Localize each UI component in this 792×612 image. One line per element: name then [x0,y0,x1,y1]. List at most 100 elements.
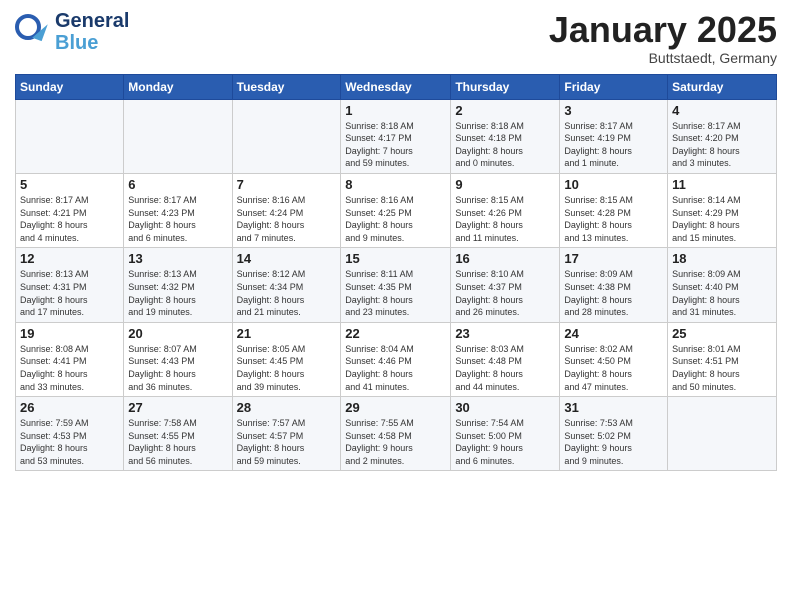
title-block: January 2025 Buttstaedt, Germany [549,10,777,66]
calendar-cell: 14 Sunrise: 8:12 AM Sunset: 4:34 PM Dayli… [232,248,341,322]
day-info: Sunrise: 8:11 AM Sunset: 4:35 PM Dayligh… [345,268,446,318]
weekday-header-wednesday: Wednesday [341,74,451,99]
day-info: Sunrise: 8:14 AM Sunset: 4:29 PM Dayligh… [672,194,772,244]
day-number: 3 [564,103,663,118]
day-number: 12 [20,251,119,266]
calendar-cell: 4Sunrise: 8:17 AM Sunset: 4:20 PM Daylig… [668,99,777,173]
calendar-cell: 11 Sunrise: 8:14 AM Sunset: 4:29 PM Dayli… [668,173,777,247]
day-info: Sunrise: 8:15 AM Sunset: 4:28 PM Dayligh… [564,194,663,244]
day-number: 9 [455,177,555,192]
logo: General Blue [15,10,129,54]
day-info: Sunrise: 7:57 AM Sunset: 4:57 PM Dayligh… [237,417,337,467]
calendar-cell: 8Sunrise: 8:16 AM Sunset: 4:25 PM Daylig… [341,173,451,247]
day-info: Sunrise: 8:15 AM Sunset: 4:26 PM Dayligh… [455,194,555,244]
day-info: Sunrise: 8:12 AM Sunset: 4:34 PM Dayligh… [237,268,337,318]
calendar-cell [16,99,124,173]
day-number: 20 [128,326,227,341]
calendar-cell [124,99,232,173]
day-info: Sunrise: 8:17 AM Sunset: 4:19 PM Dayligh… [564,120,663,170]
day-info: Sunrise: 8:17 AM Sunset: 4:21 PM Dayligh… [20,194,119,244]
weekday-header-tuesday: Tuesday [232,74,341,99]
day-number: 5 [20,177,119,192]
day-number: 7 [237,177,337,192]
day-info: Sunrise: 7:59 AM Sunset: 4:53 PM Dayligh… [20,417,119,467]
day-info: Sunrise: 8:04 AM Sunset: 4:46 PM Dayligh… [345,343,446,393]
day-number: 23 [455,326,555,341]
calendar-cell: 10 Sunrise: 8:15 AM Sunset: 4:28 PM Dayli… [560,173,668,247]
week-row-2: 5 Sunrise: 8:17 AM Sunset: 4:21 PM Daylig… [16,173,777,247]
day-number: 22 [345,326,446,341]
calendar-cell: 13Sunrise: 8:13 AM Sunset: 4:32 PM Dayli… [124,248,232,322]
day-number: 10 [564,177,663,192]
header: General Blue January 2025 Buttstaedt, Ge… [15,10,777,66]
week-row-3: 12 Sunrise: 8:13 AM Sunset: 4:31 PM Dayli… [16,248,777,322]
page: General Blue January 2025 Buttstaedt, Ge… [0,0,792,612]
calendar-cell: 1 Sunrise: 8:18 AM Sunset: 4:17 PM Daylig… [341,99,451,173]
day-number: 27 [128,400,227,415]
calendar-cell: 12 Sunrise: 8:13 AM Sunset: 4:31 PM Dayli… [16,248,124,322]
weekday-header-thursday: Thursday [451,74,560,99]
calendar-cell: 28 Sunrise: 7:57 AM Sunset: 4:57 PM Dayli… [232,397,341,471]
week-row-5: 26 Sunrise: 7:59 AM Sunset: 4:53 PM Dayli… [16,397,777,471]
week-row-1: 1 Sunrise: 8:18 AM Sunset: 4:17 PM Daylig… [16,99,777,173]
calendar-cell [668,397,777,471]
calendar-cell: 3 Sunrise: 8:17 AM Sunset: 4:19 PM Daylig… [560,99,668,173]
calendar-cell: 16 Sunrise: 8:10 AM Sunset: 4:37 PM Dayli… [451,248,560,322]
day-info: Sunrise: 8:05 AM Sunset: 4:45 PM Dayligh… [237,343,337,393]
day-info: Sunrise: 8:03 AM Sunset: 4:48 PM Dayligh… [455,343,555,393]
calendar-cell: 23 Sunrise: 8:03 AM Sunset: 4:48 PM Dayli… [451,322,560,396]
day-info: Sunrise: 8:09 AM Sunset: 4:40 PM Dayligh… [672,268,772,318]
day-info: Sunrise: 8:18 AM Sunset: 4:18 PM Dayligh… [455,120,555,170]
day-info: Sunrise: 8:10 AM Sunset: 4:37 PM Dayligh… [455,268,555,318]
day-number: 11 [672,177,772,192]
calendar-cell: 2 Sunrise: 8:18 AM Sunset: 4:18 PM Daylig… [451,99,560,173]
calendar-cell: 5 Sunrise: 8:17 AM Sunset: 4:21 PM Daylig… [16,173,124,247]
weekday-header-saturday: Saturday [668,74,777,99]
calendar-cell [232,99,341,173]
day-info: Sunrise: 8:07 AM Sunset: 4:43 PM Dayligh… [128,343,227,393]
calendar-cell: 17 Sunrise: 8:09 AM Sunset: 4:38 PM Dayli… [560,248,668,322]
day-info: Sunrise: 8:13 AM Sunset: 4:31 PM Dayligh… [20,268,119,318]
day-number: 13 [128,251,227,266]
day-number: 4 [672,103,772,118]
day-number: 28 [237,400,337,415]
day-number: 21 [237,326,337,341]
day-number: 1 [345,103,446,118]
calendar-cell: 24Sunrise: 8:02 AM Sunset: 4:50 PM Dayli… [560,322,668,396]
calendar-cell: 18Sunrise: 8:09 AM Sunset: 4:40 PM Dayli… [668,248,777,322]
day-number: 31 [564,400,663,415]
day-number: 6 [128,177,227,192]
day-number: 29 [345,400,446,415]
day-number: 16 [455,251,555,266]
day-info: Sunrise: 8:01 AM Sunset: 4:51 PM Dayligh… [672,343,772,393]
logo-line1: General [55,10,129,32]
calendar: SundayMondayTuesdayWednesdayThursdayFrid… [15,74,777,472]
calendar-cell: 30 Sunrise: 7:54 AM Sunset: 5:00 PM Dayli… [451,397,560,471]
day-number: 30 [455,400,555,415]
day-info: Sunrise: 8:09 AM Sunset: 4:38 PM Dayligh… [564,268,663,318]
day-info: Sunrise: 8:02 AM Sunset: 4:50 PM Dayligh… [564,343,663,393]
calendar-cell: 21 Sunrise: 8:05 AM Sunset: 4:45 PM Dayli… [232,322,341,396]
logo-line2: Blue [55,32,129,54]
calendar-cell: 27 Sunrise: 7:58 AM Sunset: 4:55 PM Dayli… [124,397,232,471]
weekday-header-sunday: Sunday [16,74,124,99]
calendar-cell: 20 Sunrise: 8:07 AM Sunset: 4:43 PM Dayli… [124,322,232,396]
day-info: Sunrise: 7:58 AM Sunset: 4:55 PM Dayligh… [128,417,227,467]
day-number: 26 [20,400,119,415]
day-info: Sunrise: 8:16 AM Sunset: 4:24 PM Dayligh… [237,194,337,244]
calendar-cell: 15Sunrise: 8:11 AM Sunset: 4:35 PM Dayli… [341,248,451,322]
calendar-cell: 19 Sunrise: 8:08 AM Sunset: 4:41 PM Dayli… [16,322,124,396]
day-info: Sunrise: 7:53 AM Sunset: 5:02 PM Dayligh… [564,417,663,467]
day-number: 19 [20,326,119,341]
calendar-cell: 6Sunrise: 8:17 AM Sunset: 4:23 PM Daylig… [124,173,232,247]
calendar-cell: 31 Sunrise: 7:53 AM Sunset: 5:02 PM Dayli… [560,397,668,471]
day-number: 17 [564,251,663,266]
day-info: Sunrise: 8:16 AM Sunset: 4:25 PM Dayligh… [345,194,446,244]
weekday-header-friday: Friday [560,74,668,99]
day-number: 14 [237,251,337,266]
day-info: Sunrise: 8:08 AM Sunset: 4:41 PM Dayligh… [20,343,119,393]
weekday-header-monday: Monday [124,74,232,99]
day-info: Sunrise: 7:54 AM Sunset: 5:00 PM Dayligh… [455,417,555,467]
day-info: Sunrise: 8:18 AM Sunset: 4:17 PM Dayligh… [345,120,446,170]
day-number: 2 [455,103,555,118]
